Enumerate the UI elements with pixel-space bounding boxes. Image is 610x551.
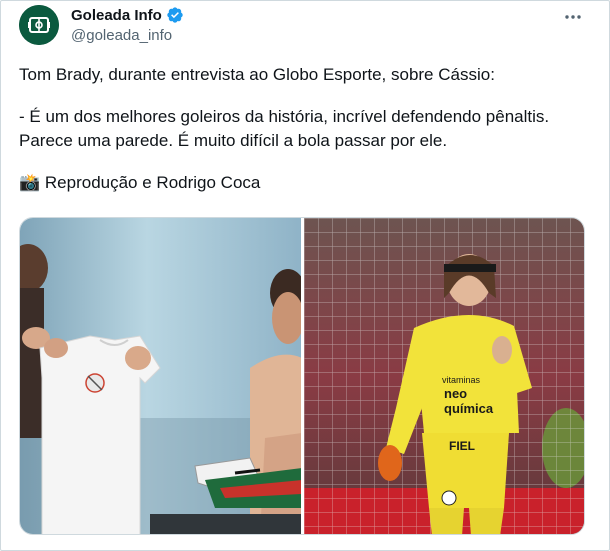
- verified-badge-icon: [166, 6, 184, 24]
- shirt-sponsor-3: química: [444, 401, 494, 416]
- tweet-line-intro: Tom Brady, durante entrevista ao Globo E…: [19, 65, 495, 84]
- interview-photo[interactable]: [20, 218, 301, 534]
- goleada-logo-icon: [19, 5, 59, 45]
- tweet-line-quote: - É um dos melhores goleiros da história…: [19, 107, 550, 126]
- tweet-line-quote-cont: Parece uma parede. É muito difícil a bol…: [19, 131, 448, 150]
- more-options-button[interactable]: [559, 7, 587, 27]
- tweet-text: Tom Brady, durante entrevista ao Globo E…: [19, 63, 593, 195]
- tweet-header: Goleada Info @goleada_info: [19, 5, 184, 45]
- author-handle[interactable]: @goleada_info: [71, 27, 184, 44]
- shirt-sponsor-4: FIEL: [449, 439, 475, 453]
- author-display-name[interactable]: Goleada Info: [71, 7, 162, 24]
- goalkeeper-photo[interactable]: vitaminas neo química FIEL: [303, 218, 584, 534]
- shirt-sponsor-1: vitaminas: [442, 375, 481, 385]
- more-dots-icon: [565, 15, 581, 19]
- tweet-media: vitaminas neo química FIEL: [19, 217, 585, 535]
- tweet-photo-credit: 📸 Reprodução e Rodrigo Coca: [19, 173, 261, 192]
- avatar[interactable]: [19, 5, 59, 45]
- shirt-sponsor-2: neo: [444, 386, 467, 401]
- tweet-card[interactable]: Goleada Info @goleada_info Tom Brady, du…: [0, 0, 610, 551]
